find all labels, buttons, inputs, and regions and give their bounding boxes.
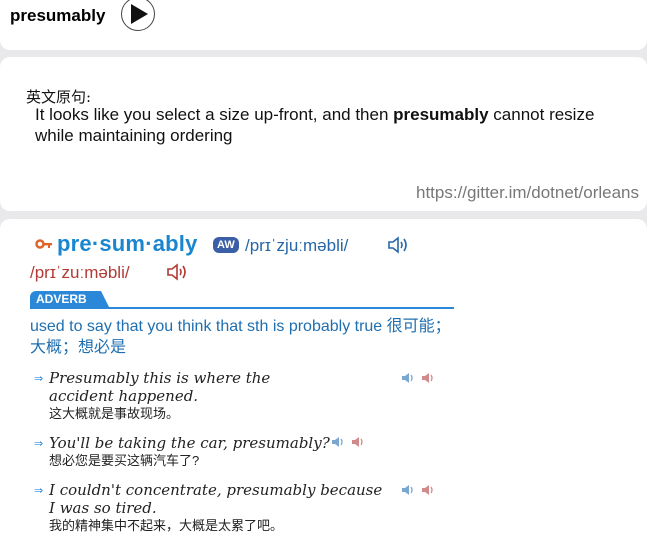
example-en: You'll be taking the car, presumably? [49, 434, 330, 452]
definition: used to say that you think that sth is p… [30, 318, 451, 356]
part-of-speech-bar: ADVERB [30, 291, 454, 309]
pronunciation-uk: /prɪˈzjuːməbli/ [245, 236, 349, 255]
word-title: presumably [10, 6, 106, 25]
example-item: ⇒ I couldn't concentrate, presumably bec… [34, 481, 386, 535]
speaker-uk-icon[interactable] [401, 483, 437, 497]
source-url[interactable]: https://gitter.im/dotnet/orleans [416, 183, 639, 203]
source-sentence-before: It looks like you select a size up-front… [35, 105, 394, 124]
academic-word-badge: AW [213, 237, 239, 253]
arrow-icon: ⇒ [34, 438, 44, 450]
play-button[interactable] [121, 0, 155, 31]
headword: pre·sum·ably [57, 231, 198, 256]
example-zh: 想必您是要买这辆汽车了? [49, 453, 200, 468]
speaker-uk-icon[interactable] [387, 235, 409, 255]
example-zh: 我的精神集中不起来，大概是太累了吧。 [49, 518, 284, 533]
example-en: Presumably this is where the accident ha… [49, 369, 271, 405]
arrow-icon: ⇒ [34, 485, 44, 497]
key-icon [35, 239, 52, 249]
dictionary-card: pre·sum·ably AW /prɪˈzjuːməbli/ /prɪˈzuː… [0, 219, 647, 549]
example-en: I couldn't concentrate, presumably becau… [49, 481, 383, 517]
example-item: ⇒ You'll be taking the car, presumably? … [34, 434, 334, 470]
pronunciation-us: /prɪˈzuːməbli/ [30, 263, 130, 282]
word-card: presumably [0, 0, 647, 50]
source-card: 英文原句: It looks like you select a size up… [0, 57, 647, 211]
part-of-speech: ADVERB [30, 291, 109, 307]
source-sentence: It looks like you select a size up-front… [35, 104, 635, 146]
speaker-us-icon[interactable] [166, 262, 188, 282]
play-icon [131, 4, 148, 24]
example-zh: 这大概就是事故现场。 [49, 406, 180, 421]
speaker-uk-icon[interactable] [401, 371, 437, 385]
arrow-icon: ⇒ [34, 373, 44, 385]
speaker-uk-icon[interactable] [331, 435, 367, 449]
source-sentence-keyword: presumably [393, 105, 489, 124]
example-item: ⇒ Presumably this is where the accident … [34, 369, 324, 423]
